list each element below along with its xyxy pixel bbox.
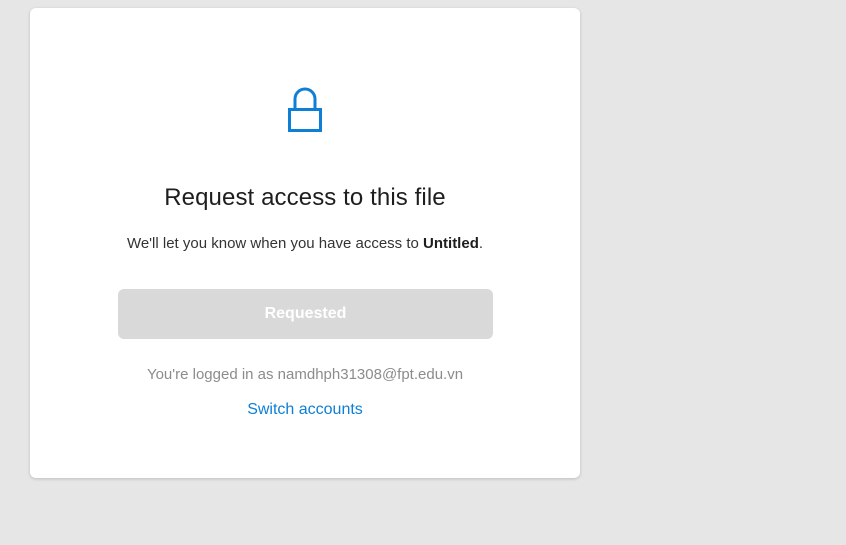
requested-button[interactable]: Requested: [118, 289, 493, 339]
logged-in-text: You're logged in as namdhph31308@fpt.edu…: [146, 366, 464, 383]
access-request-card: Request access to this file We'll let yo…: [30, 8, 580, 478]
access-subtitle: We'll let you know when you have access …: [30, 235, 580, 252]
subtitle-prefix: We'll let you know when you have access …: [126, 235, 424, 252]
switch-accounts-link[interactable]: Switch accounts: [30, 401, 580, 419]
lock-icon: [288, 87, 322, 132]
subtitle-suffix: .: [478, 235, 484, 252]
file-name: Untitled: [423, 235, 479, 252]
page-title: Request access to this file: [164, 184, 446, 211]
